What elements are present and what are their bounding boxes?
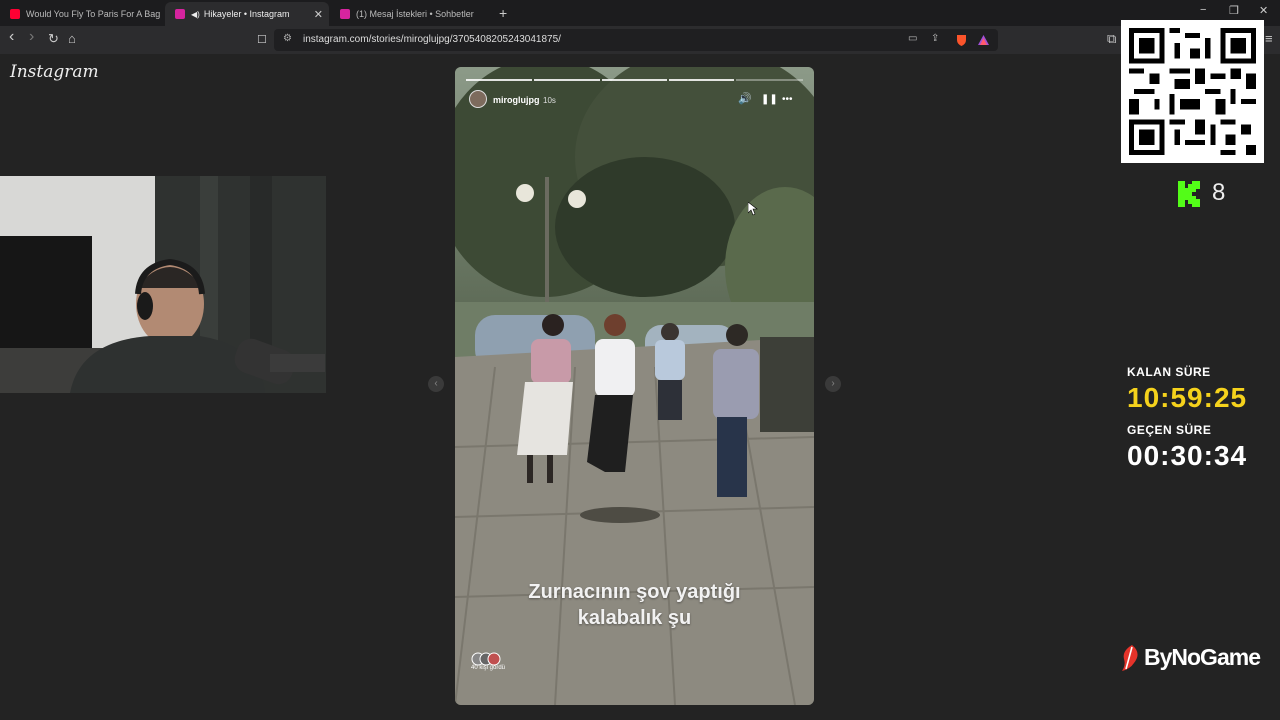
previous-story-button[interactable]: ‹ <box>428 376 444 392</box>
tab-instagram-messages[interactable]: (1) Mesaj İstekleri • Sohbetler <box>330 2 495 26</box>
instagram-icon <box>340 9 350 19</box>
brave-shield-icon[interactable] <box>956 34 967 46</box>
forward-button[interactable]: › <box>29 28 34 46</box>
kick-viewer-count: 8 <box>1212 179 1226 206</box>
story-caption: Zurnacının şov yaptığı kalabalık şu <box>455 579 814 631</box>
restore-button[interactable]: ❐ <box>1229 4 1239 17</box>
bynogame-logo: ByNoGame <box>1120 644 1261 671</box>
pause-icon[interactable]: ❚❚ <box>761 94 778 105</box>
caption-line: kalabalık şu <box>577 607 692 629</box>
story-progress-segment <box>736 79 803 81</box>
story-progress-segment <box>534 79 600 81</box>
close-tab-icon[interactable]: ✕ <box>314 8 323 21</box>
close-window-button[interactable]: ✕ <box>1259 4 1268 17</box>
minimize-button[interactable]: − <box>1200 4 1206 16</box>
instagram-icon <box>175 9 185 19</box>
elapsed-time-label: GEÇEN SÜRE <box>1127 423 1212 437</box>
youtube-icon <box>10 9 20 19</box>
address-bar[interactable]: ⚙ instagram.com/stories/miroglujpg/37054… <box>274 29 998 51</box>
elapsed-time-value: 00:30:34 <box>1127 440 1248 471</box>
share-icon[interactable]: ⇪ <box>931 33 939 44</box>
instagram-logo[interactable]: Instagram <box>10 62 99 82</box>
kick-logo-icon <box>1178 181 1200 207</box>
tab-label: (1) Mesaj İstekleri • Sohbetler <box>356 9 474 19</box>
browser-toolbar: ‹ › ↻ ⌂ ☐ ⚙ instagram.com/stories/mirogl… <box>0 26 1280 54</box>
story-viewer[interactable]: miroglujpg 10s 🔊 ❚❚ ••• Zurnacının şov y… <box>455 67 814 705</box>
speaker-icon: ◀) <box>191 9 200 19</box>
story-username[interactable]: miroglujpg <box>493 95 540 105</box>
webcam-image <box>0 176 326 393</box>
remaining-time-value: 10:59:25 <box>1127 382 1248 413</box>
viewer-avatars[interactable] <box>471 652 507 666</box>
next-story-button[interactable]: › <box>825 376 841 392</box>
story-time: 10s <box>543 96 556 105</box>
viewer-count[interactable]: 40 kişi gördü <box>471 665 505 671</box>
qr-code-image <box>1129 28 1256 155</box>
url-text: instagram.com/stories/miroglujpg/3705408… <box>303 34 561 45</box>
webcam-feed <box>0 176 326 393</box>
page-content: Instagram ‹ › miroglujpg 10s 🔊 ❚❚ ••• Zu… <box>0 20 1280 720</box>
tab-label: Would You Fly To Paris For A Baguett <box>26 9 160 19</box>
extensions-icon[interactable]: ⧉ <box>1107 31 1116 47</box>
sound-icon[interactable]: 🔊 <box>738 92 752 105</box>
bynogame-icon <box>1122 644 1138 671</box>
bookmark-icon[interactable]: ☐ <box>257 33 267 46</box>
tab-label: Hikayeler • Instagram <box>203 9 290 19</box>
story-progress-segment <box>669 79 734 81</box>
remaining-time-label: KALAN SÜRE <box>1127 365 1211 379</box>
tab-youtube[interactable]: Would You Fly To Paris For A Baguett <box>0 2 160 26</box>
menu-icon[interactable]: ≡ <box>1265 31 1273 46</box>
qr-code <box>1121 20 1264 163</box>
brave-rewards-icon[interactable] <box>978 34 989 46</box>
back-button[interactable]: ‹ <box>9 28 14 46</box>
home-button[interactable]: ⌂ <box>68 31 76 46</box>
tab-bar: Would You Fly To Paris For A Baguett ◀) … <box>0 0 1280 26</box>
more-options-icon[interactable]: ••• <box>782 94 793 105</box>
site-info-icon[interactable]: ⚙ <box>283 33 292 44</box>
cast-icon[interactable]: ▭ <box>908 33 917 44</box>
reload-button[interactable]: ↻ <box>48 31 59 47</box>
story-progress-segment <box>466 79 532 81</box>
tab-instagram-stories[interactable]: ◀) Hikayeler • Instagram ✕ <box>165 2 329 26</box>
story-progress-segment <box>602 79 667 81</box>
new-tab-button[interactable]: + <box>499 5 507 21</box>
avatar[interactable] <box>469 90 487 108</box>
mouse-cursor-icon <box>748 202 758 216</box>
caption-line: Zurnacının şov yaptığı <box>528 581 741 603</box>
sponsor-name: ByNoGame <box>1144 644 1261 670</box>
